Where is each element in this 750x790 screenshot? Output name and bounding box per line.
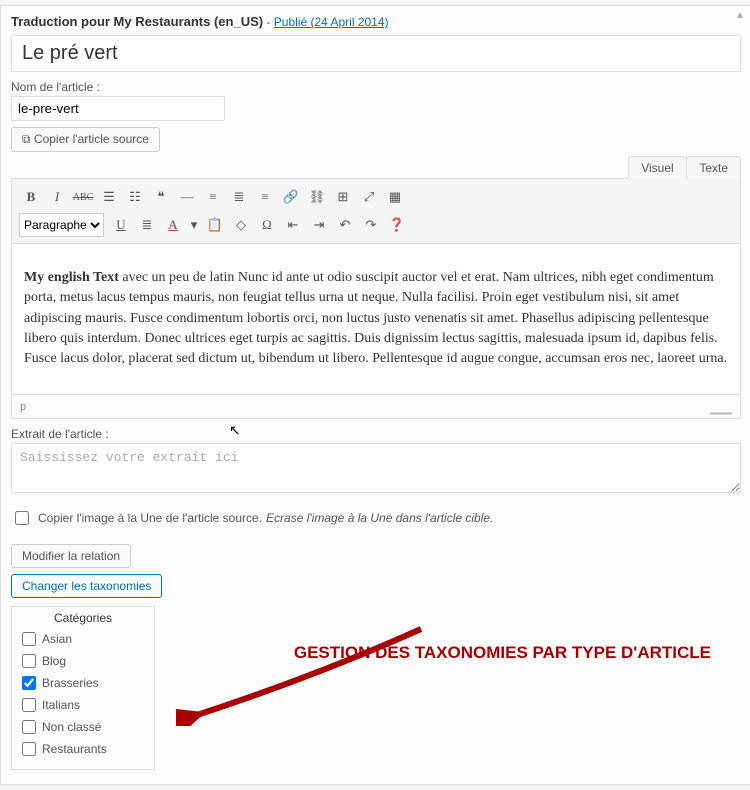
category-checkbox[interactable] (22, 720, 36, 734)
annotation-arrow-icon (176, 621, 426, 726)
category-label: Asian (42, 632, 72, 646)
italic-icon[interactable]: I (45, 185, 69, 209)
category-checkbox[interactable] (22, 632, 36, 646)
category-label: Italians (42, 698, 80, 712)
copy-source-button[interactable]: ⧉ Copier l'article source (11, 127, 160, 152)
category-label: Restaurants (42, 742, 107, 756)
strike-icon[interactable]: ABC (71, 185, 95, 209)
categories-box: Catégories Asian Blog Brasseries Italians No… (11, 606, 155, 770)
resize-handle-icon[interactable]: ▁▁ (710, 398, 732, 415)
slug-input[interactable] (11, 96, 225, 121)
underline-icon[interactable]: U (109, 213, 133, 237)
excerpt-textarea[interactable] (11, 443, 741, 493)
slug-label: Nom de l'article : (11, 80, 741, 94)
copy-icon: ⧉ (22, 132, 31, 146)
body-lead: My english Text (24, 270, 119, 285)
category-checkbox[interactable] (22, 698, 36, 712)
align-right-icon[interactable]: ≡ (253, 185, 277, 209)
category-item[interactable]: Asian (18, 629, 148, 649)
category-checkbox[interactable] (22, 742, 36, 756)
textcolor-icon[interactable]: A (161, 213, 185, 237)
panel-sep: - (263, 15, 274, 29)
unlink-icon[interactable]: ⛓ (305, 185, 329, 209)
excerpt-label: Extrait de l'article : (11, 427, 741, 441)
align-center-icon[interactable]: ≣ (227, 185, 251, 209)
editor-toolbar: B I ABC ☰ ☷ ❝ — ≡ ≣ ≡ 🔗 ⛓ ⊞ ⤢ ▦ Paragrap… (11, 178, 741, 244)
numlist-icon[interactable]: ☷ (123, 185, 147, 209)
categories-title: Catégories (18, 611, 148, 625)
element-path: p (20, 401, 26, 413)
bullets-icon[interactable]: ☰ (97, 185, 121, 209)
category-checkbox[interactable] (22, 676, 36, 690)
category-item[interactable]: Brasseries (18, 673, 148, 693)
path-bar: p ▁▁ (11, 395, 741, 419)
copy-featured-checkbox[interactable] (15, 511, 29, 525)
translation-panel: Traduction pour My Restaurants (en_US) -… (0, 5, 750, 785)
category-checkbox[interactable] (22, 654, 36, 668)
editor-body[interactable]: My english Text avec un peu de latin Nun… (11, 244, 741, 395)
title-input[interactable] (11, 35, 741, 72)
category-label: Non classé (42, 720, 101, 734)
toolbar-toggle-icon[interactable]: ▦ (383, 185, 407, 209)
collapse-icon[interactable]: ▲ (735, 10, 745, 21)
more-icon[interactable]: ⊞ (331, 185, 355, 209)
clear-icon[interactable]: ◇ (229, 213, 253, 237)
textcolor-drop-icon[interactable]: ▾ (187, 213, 201, 237)
indent-icon[interactable]: ⇥ (307, 213, 331, 237)
panel-title: Traduction pour My Restaurants (en_US) (11, 14, 263, 29)
category-item[interactable]: Blog (18, 651, 148, 671)
link-icon[interactable]: 🔗 (279, 185, 303, 209)
help-icon[interactable]: ❓ (385, 213, 409, 237)
body-rest: avec un peu de latin Nunc id ante ut odi… (24, 270, 727, 366)
panel-publish-link[interactable]: Publié (24 April 2014) (274, 15, 389, 29)
category-label: Blog (42, 654, 66, 668)
charmap-icon[interactable]: Ω (255, 213, 279, 237)
change-taxonomies-button[interactable]: Changer les taxonomies (11, 574, 162, 598)
quote-icon[interactable]: ❝ (149, 185, 173, 209)
tab-visual[interactable]: Visuel (628, 156, 686, 179)
format-select[interactable]: Paragraphe (19, 213, 104, 237)
justify-icon[interactable]: ≣ (135, 213, 159, 237)
outdent-icon[interactable]: ⇤ (281, 213, 305, 237)
panel-header: Traduction pour My Restaurants (en_US) -… (11, 14, 741, 29)
category-item[interactable]: Restaurants (18, 739, 148, 759)
annotation-text: GESTION DES TAXONOMIES PAR TYPE D'ARTICL… (294, 642, 711, 664)
category-label: Brasseries (42, 676, 99, 690)
category-item[interactable]: Italians (18, 695, 148, 715)
copy-featured-hint: Ecrase l'image à la Une dans l'article c… (266, 511, 493, 525)
redo-icon[interactable]: ↷ (359, 213, 383, 237)
pastetext-icon[interactable]: 📋 (203, 213, 227, 237)
bold-icon[interactable]: B (19, 185, 43, 209)
undo-icon[interactable]: ↶ (333, 213, 357, 237)
align-left-icon[interactable]: ≡ (201, 185, 225, 209)
editor: Visuel Texte B I ABC ☰ ☷ ❝ — ≡ ≣ ≡ 🔗 ⛓ ⊞… (11, 156, 741, 419)
copy-featured-label: Copier l'image à la Une de l'article sou… (38, 511, 262, 525)
modify-relation-button[interactable]: Modifier la relation (11, 544, 131, 568)
hr-icon[interactable]: — (175, 185, 199, 209)
fullscreen-icon[interactable]: ⤢ (357, 185, 381, 209)
category-item[interactable]: Non classé (18, 717, 148, 737)
tab-text[interactable]: Texte (686, 156, 741, 179)
